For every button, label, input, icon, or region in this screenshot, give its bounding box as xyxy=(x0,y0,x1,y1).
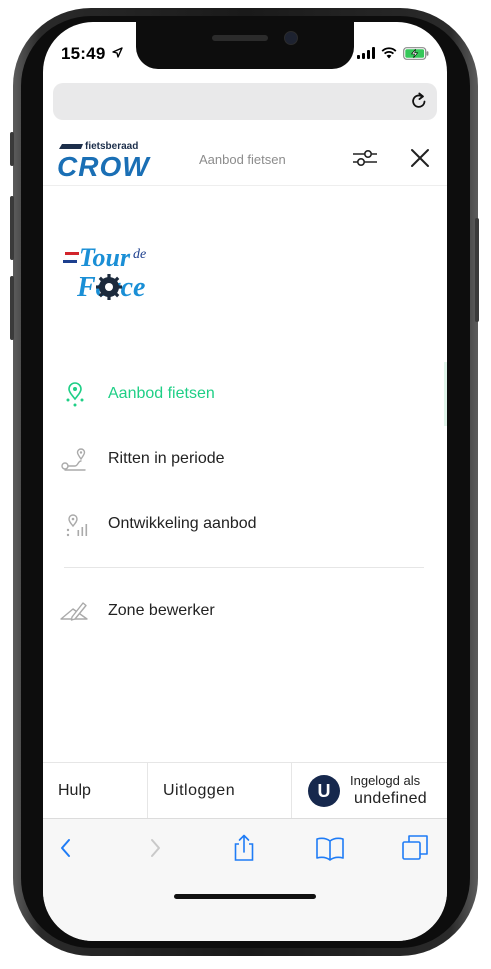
menu-item-ritten-in-periode[interactable]: Ritten in periode xyxy=(43,439,447,479)
brand-word-tour: Tour xyxy=(79,243,131,272)
menu-label-ritten-in-periode: Ritten in periode xyxy=(108,450,225,467)
map-pin-dots-icon xyxy=(66,382,84,407)
pin-bars-icon xyxy=(66,514,88,537)
app-header: fietsberaad CROW Aanbod fietsen xyxy=(43,133,447,186)
cellular-signal-icon xyxy=(357,47,375,59)
logged-in-user: undefined xyxy=(354,790,427,807)
reload-icon[interactable] xyxy=(409,91,429,111)
menu-item-zone-bewerker[interactable]: Zone bewerker xyxy=(43,591,447,631)
earpiece-speaker xyxy=(212,35,268,41)
device-notch xyxy=(136,22,354,69)
front-camera xyxy=(284,31,298,45)
menu-label-aanbod-fietsen: Aanbod fietsen xyxy=(108,385,215,402)
brand-word-de: de xyxy=(133,247,146,262)
browser-toolbar xyxy=(43,818,447,941)
share-icon[interactable] xyxy=(229,833,259,863)
logout-link[interactable]: Uitloggen xyxy=(163,782,235,800)
app-footer: Hulp Uitloggen U Ingelogd als undefined xyxy=(43,762,447,819)
chevron-right-icon[interactable] xyxy=(140,833,170,863)
close-icon[interactable] xyxy=(409,147,431,169)
pencil-area-icon xyxy=(60,602,88,621)
mute-switch xyxy=(10,132,14,166)
menu-divider xyxy=(64,567,424,568)
book-icon[interactable] xyxy=(315,833,345,863)
volume-up-button xyxy=(10,196,14,260)
footer-separator xyxy=(291,763,292,819)
menu-label-zone-bewerker: Zone bewerker xyxy=(108,602,215,619)
footer-separator xyxy=(147,763,148,819)
logo-crow-text: CROW xyxy=(57,151,150,182)
route-icon xyxy=(61,448,86,471)
tour-de-force-logo: Tour de Force xyxy=(63,232,173,304)
tour-de-force-graphic: Tour de Force xyxy=(63,243,146,303)
page-title: Aanbod fietsen xyxy=(199,152,286,167)
status-time: 15:49 xyxy=(61,44,124,64)
gear-icon xyxy=(96,274,122,300)
sliders-icon[interactable] xyxy=(352,147,378,169)
chevron-left-icon[interactable] xyxy=(51,833,81,863)
status-icons xyxy=(357,45,429,61)
location-arrow-icon xyxy=(112,47,124,58)
phone-screen: 15:49 fietsberaad CROW Aanbod fietsen To… xyxy=(43,22,447,941)
browser-url-bar[interactable] xyxy=(53,83,437,120)
wifi-icon xyxy=(381,47,397,59)
crow-logo[interactable]: fietsberaad CROW xyxy=(57,139,167,182)
menu-item-aanbod-fietsen[interactable]: Aanbod fietsen xyxy=(43,374,447,414)
home-indicator[interactable] xyxy=(174,894,316,899)
power-button xyxy=(475,218,479,322)
menu-label-ontwikkeling-aanbod: Ontwikkeling aanbod xyxy=(108,515,257,532)
logo-stripe-icon xyxy=(59,144,83,149)
help-link[interactable]: Hulp xyxy=(58,782,91,800)
menu-item-ontwikkeling-aanbod[interactable]: Ontwikkeling aanbod xyxy=(43,504,447,544)
logged-in-label: Ingelogd als xyxy=(350,773,421,788)
battery-charging-icon xyxy=(403,46,429,60)
avatar[interactable]: U xyxy=(308,775,340,807)
status-time-text: 15:49 xyxy=(61,44,106,63)
volume-down-button xyxy=(10,276,14,340)
tabs-icon[interactable] xyxy=(400,833,430,863)
